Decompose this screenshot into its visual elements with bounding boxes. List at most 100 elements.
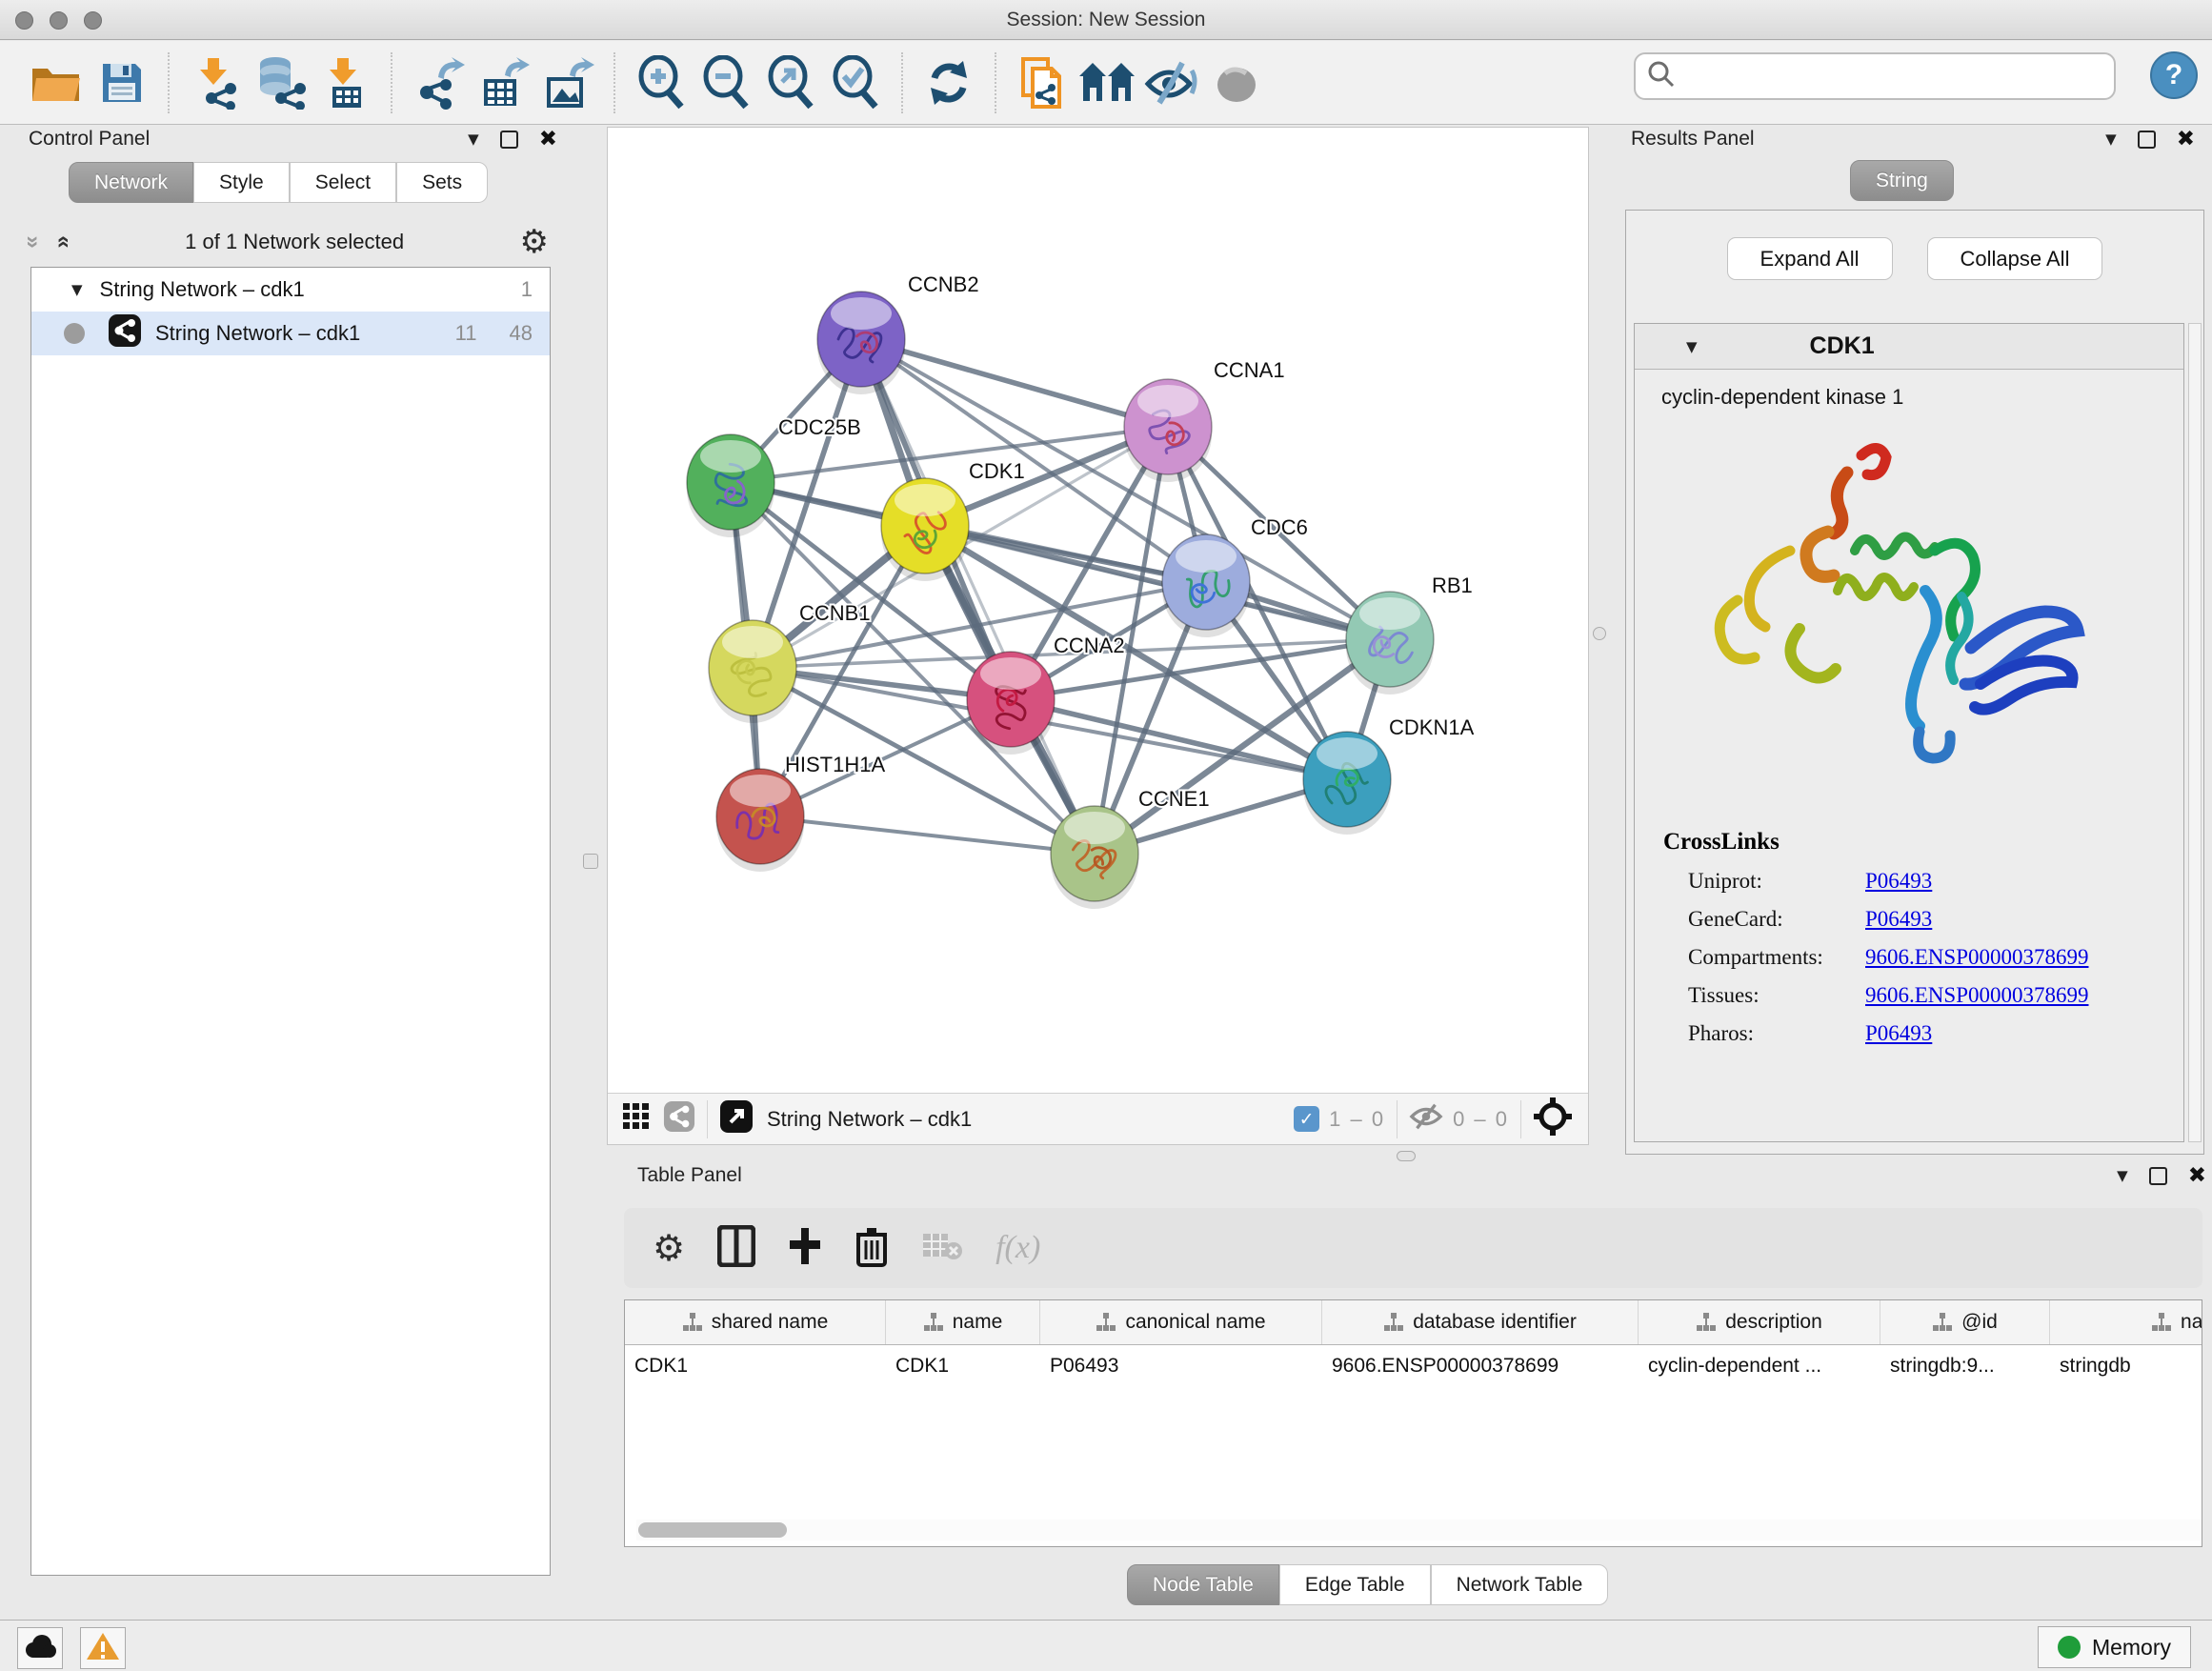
minimize-window-button[interactable] <box>50 11 68 30</box>
tab-network[interactable]: Network <box>69 162 193 203</box>
show-all-networks-button[interactable] <box>1075 50 1139 116</box>
network-edge[interactable] <box>760 816 1095 854</box>
panel-menu-icon[interactable]: ▼ <box>2117 1167 2128 1184</box>
cell-namespace[interactable]: stringdb <box>2050 1345 2202 1388</box>
zoom-selected-button[interactable] <box>823 50 888 116</box>
gene-section-header[interactable]: ▼ CDK1 <box>1635 324 2183 370</box>
detach-view-icon[interactable] <box>719 1099 754 1138</box>
tab-style[interactable]: Style <box>193 162 290 203</box>
table-horizontal-scrollbar[interactable] <box>636 1520 2202 1540</box>
toolbar-separator <box>995 52 996 113</box>
close-panel-icon[interactable]: ✖ <box>539 129 557 151</box>
cell-description[interactable]: cyclin-dependent ... <box>1639 1345 1880 1388</box>
crosslink-tissues[interactable]: 9606.ENSP00000378699 <box>1865 983 2089 1008</box>
zoom-window-button[interactable] <box>84 11 102 30</box>
close-panel-icon[interactable]: ✖ <box>2188 1165 2206 1187</box>
cell-id[interactable]: stringdb:9... <box>1880 1345 2050 1388</box>
network-row[interactable]: String Network – cdk1 11 48 <box>31 312 550 355</box>
results-scrollbar[interactable] <box>2188 323 2202 1142</box>
network-canvas[interactable]: CCNB2CCNA1CDC25BCDK1CDC6RB1CCNB1CCNA2CDK… <box>608 128 1588 1093</box>
cell-canonical-name[interactable]: P06493 <box>1040 1345 1322 1388</box>
close-window-button[interactable] <box>15 11 33 30</box>
right-splitter-handle[interactable] <box>1593 627 1606 640</box>
panel-menu-icon[interactable]: ▼ <box>2105 131 2117 148</box>
scrollbar-thumb[interactable] <box>638 1522 787 1538</box>
refresh-layout-button[interactable] <box>916 50 981 116</box>
tab-node-table[interactable]: Node Table <box>1127 1564 1279 1605</box>
save-session-button[interactable] <box>90 50 154 116</box>
hidden-eye-slash-icon[interactable] <box>1409 1102 1443 1136</box>
bottom-splitter-handle[interactable] <box>1397 1151 1416 1161</box>
zoom-out-button[interactable] <box>694 50 758 116</box>
search-input[interactable] <box>1634 52 2116 100</box>
export-table-button[interactable] <box>471 50 535 116</box>
import-network-database-button[interactable] <box>248 50 312 116</box>
tab-sets[interactable]: Sets <box>396 162 488 203</box>
import-table-button[interactable] <box>312 50 377 116</box>
left-splitter-handle[interactable] <box>583 854 598 869</box>
hide-selected-button[interactable] <box>1139 50 1204 116</box>
column-header-description[interactable]: description <box>1639 1300 1880 1344</box>
toolbar-separator <box>168 52 170 113</box>
close-panel-icon[interactable]: ✖ <box>2177 129 2195 151</box>
column-header-database-identifier[interactable]: database identifier <box>1322 1300 1639 1344</box>
cloud-icon <box>22 1633 58 1664</box>
zoom-fit-button[interactable] <box>758 50 823 116</box>
collapse-all-networks-icon[interactable]: » <box>20 235 47 248</box>
window-controls <box>15 11 102 30</box>
collapse-all-button[interactable]: Collapse All <box>1927 237 2103 280</box>
window-title: Session: New Session <box>1007 9 1206 31</box>
expand-all-networks-icon[interactable]: » <box>50 235 76 248</box>
zoom-in-button[interactable] <box>629 50 694 116</box>
duplicate-network-icon <box>1017 55 1067 111</box>
network-collection-row[interactable]: ▼ String Network – cdk1 1 <box>31 268 550 312</box>
export-image-button[interactable] <box>535 50 600 116</box>
network-options-gear-icon[interactable]: ⚙ <box>520 226 549 258</box>
cell-database-identifier[interactable]: 9606.ENSP00000378699 <box>1322 1345 1639 1388</box>
show-columns-icon[interactable] <box>717 1225 755 1272</box>
birdseye-crosshair-icon[interactable] <box>1533 1097 1573 1141</box>
hidden-node-edge-count: 0 – 0 <box>1453 1107 1509 1132</box>
panel-menu-icon[interactable]: ▼ <box>468 131 479 148</box>
column-header-name[interactable]: name <box>886 1300 1040 1344</box>
float-panel-icon[interactable] <box>2138 131 2156 149</box>
cloud-status-button[interactable] <box>17 1627 63 1669</box>
tab-edge-table[interactable]: Edge Table <box>1279 1564 1431 1605</box>
column-header-namespace[interactable]: namespac <box>2050 1300 2202 1344</box>
table-options-gear-icon[interactable]: ⚙ <box>653 1230 685 1266</box>
show-hidden-button[interactable] <box>1204 50 1269 116</box>
gene-expand-icon[interactable]: ▼ <box>1686 338 1698 355</box>
crosslink-uniprot[interactable]: P06493 <box>1865 869 1932 894</box>
selected-checkbox-icon[interactable]: ✓ <box>1294 1106 1319 1132</box>
collection-expand-icon[interactable]: ▼ <box>71 281 83 298</box>
float-panel-icon[interactable] <box>500 131 518 149</box>
crosslink-genecard[interactable]: P06493 <box>1865 907 1932 932</box>
open-session-button[interactable] <box>25 50 90 116</box>
grid-view-icon[interactable] <box>621 1101 652 1137</box>
network-edge[interactable] <box>861 339 1168 427</box>
import-network-file-button[interactable] <box>183 50 248 116</box>
table-row[interactable]: CDK1 CDK1 P06493 9606.ENSP00000378699 cy… <box>625 1345 2202 1388</box>
cell-name[interactable]: CDK1 <box>886 1345 1040 1388</box>
memory-button[interactable]: Memory <box>2038 1626 2191 1668</box>
duplicate-network-button[interactable] <box>1010 50 1075 116</box>
column-header-shared-name[interactable]: shared name <box>625 1300 886 1344</box>
tab-select[interactable]: Select <box>290 162 396 203</box>
control-panel-tabs: Network Style Select Sets <box>69 162 488 203</box>
export-network-button[interactable] <box>406 50 471 116</box>
tab-network-table[interactable]: Network Table <box>1431 1564 1609 1605</box>
crosslink-compartments[interactable]: 9606.ENSP00000378699 <box>1865 945 2089 970</box>
float-panel-icon[interactable] <box>2149 1167 2167 1185</box>
cell-shared-name[interactable]: CDK1 <box>625 1345 886 1388</box>
crosslink-pharos[interactable]: P06493 <box>1865 1021 1932 1046</box>
warnings-button[interactable] <box>80 1627 126 1669</box>
delete-column-trash-icon[interactable] <box>855 1225 889 1272</box>
column-header-canonical-name[interactable]: canonical name <box>1040 1300 1322 1344</box>
column-header-id[interactable]: @id <box>1880 1300 2050 1344</box>
network-share-icon[interactable] <box>663 1100 695 1137</box>
tab-string[interactable]: String <box>1850 160 1954 201</box>
help-button[interactable]: ? <box>2150 51 2198 99</box>
expand-all-button[interactable]: Expand All <box>1727 237 1893 280</box>
network-edge[interactable] <box>861 339 1095 854</box>
add-column-icon[interactable] <box>788 1226 822 1271</box>
